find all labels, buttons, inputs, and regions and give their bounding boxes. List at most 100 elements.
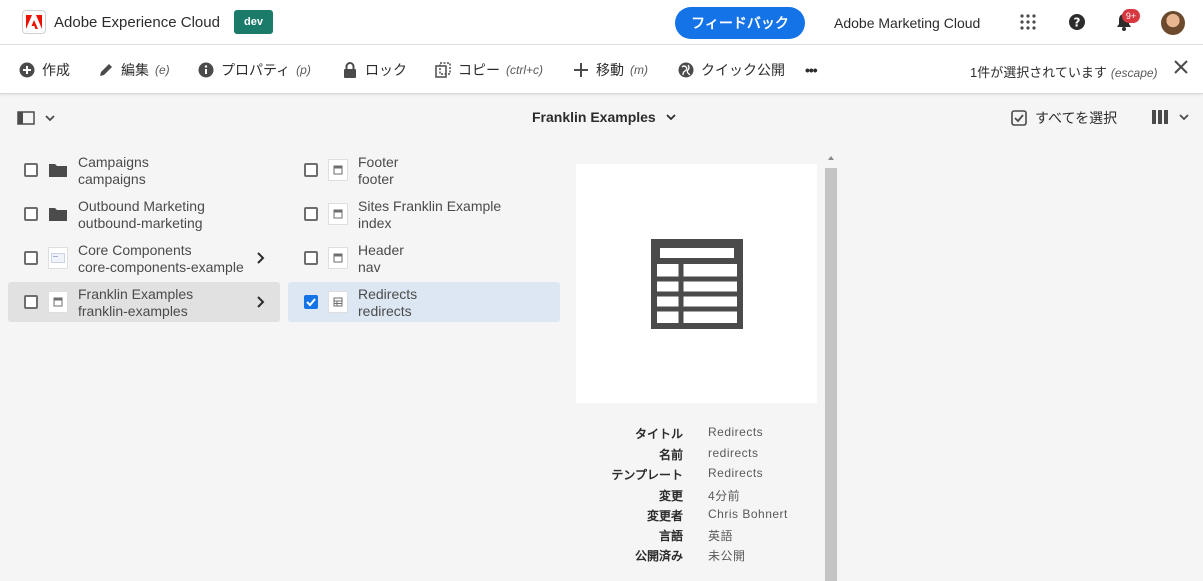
edit-button[interactable]: 編集 (e) xyxy=(97,60,170,80)
column-item-campaigns[interactable]: Campaigns campaigns xyxy=(8,150,280,190)
chevron-right-icon[interactable] xyxy=(256,295,266,309)
adobe-logo-icon[interactable] xyxy=(22,10,46,34)
item-checkbox[interactable] xyxy=(24,251,38,265)
meta-label: 変更 xyxy=(658,489,683,503)
meta-label: 変更者 xyxy=(646,509,683,523)
breadcrumb[interactable]: Franklin Examples xyxy=(532,109,676,125)
column-item-outbound-marketing[interactable]: Outbound Marketing outbound-marketing xyxy=(8,194,280,234)
column-view-icon xyxy=(1152,110,1168,124)
app-grid-icon[interactable] xyxy=(1018,12,1038,32)
select-all-button[interactable]: すべてを選択 xyxy=(1011,108,1117,128)
move-button[interactable]: 移動 (m) xyxy=(572,60,648,80)
copy-icon xyxy=(434,61,452,79)
meta-value: 4分前 xyxy=(708,489,741,503)
meta-value: 未公開 xyxy=(708,549,746,563)
meta-label: テンプレート xyxy=(611,468,683,482)
item-checkbox[interactable] xyxy=(304,295,318,309)
item-title: Footer xyxy=(358,154,399,170)
lock-label: ロック xyxy=(365,62,407,78)
close-icon[interactable] xyxy=(1174,60,1190,76)
item-name: campaigns xyxy=(78,171,146,187)
item-checkbox[interactable] xyxy=(304,251,318,265)
info-icon xyxy=(197,61,215,79)
rail-icon xyxy=(17,111,35,125)
chevron-right-icon[interactable] xyxy=(256,251,266,265)
column-item-core-components[interactable]: Core Components core-components-example xyxy=(8,238,280,278)
more-actions-button[interactable]: ••• xyxy=(805,60,818,80)
move-label: 移動 xyxy=(596,62,624,78)
quick-publish-label: クイック公開 xyxy=(701,62,785,78)
item-checkbox[interactable] xyxy=(24,295,38,309)
item-name: footer xyxy=(358,171,394,187)
meta-value: redirects xyxy=(708,446,759,460)
column-item-redirects[interactable]: Redirects redirects xyxy=(288,282,560,322)
rail-toggle[interactable] xyxy=(17,109,59,127)
checkbox-icon xyxy=(1011,110,1027,126)
meta-label: タイトル xyxy=(634,427,683,441)
item-name: index xyxy=(358,215,392,231)
page-thumbnail-icon xyxy=(328,203,348,225)
preview-thumbnail xyxy=(576,164,817,403)
lock-button[interactable]: ロック xyxy=(341,60,407,80)
item-name: franklin-examples xyxy=(78,303,188,319)
properties-button[interactable]: プロパティ (p) xyxy=(197,60,311,80)
item-title: Franklin Examples xyxy=(78,286,194,302)
column-item-franklin-examples[interactable]: Franklin Examples franklin-examples xyxy=(8,282,280,322)
item-checkbox[interactable] xyxy=(24,207,38,221)
move-shortcut: (m) xyxy=(630,63,648,77)
scroll-up-arrow-icon[interactable] xyxy=(827,154,835,162)
scrollbar-thumb[interactable] xyxy=(825,168,837,581)
select-all-label: すべてを選択 xyxy=(1035,110,1118,126)
page-thumbnail-icon xyxy=(328,247,348,269)
item-checkbox[interactable] xyxy=(304,207,318,221)
meta-row-template: テンプレート Redirects xyxy=(576,466,817,484)
table-thumbnail-icon xyxy=(328,291,348,313)
app-title[interactable]: Adobe Experience Cloud xyxy=(54,14,220,31)
item-title: Sites Franklin Example xyxy=(358,198,502,214)
shell-header: Adobe Experience Cloud dev フィードバック Adobe… xyxy=(0,0,1203,45)
quick-publish-button[interactable]: クイック公開 xyxy=(677,60,785,80)
item-name: outbound-marketing xyxy=(78,215,203,231)
item-checkbox[interactable] xyxy=(24,163,38,177)
selection-status: 1件が選択されています (escape) xyxy=(970,62,1158,81)
svg-text:?: ? xyxy=(1074,16,1081,30)
properties-label: プロパティ xyxy=(221,62,291,78)
chevron-down-icon xyxy=(1179,114,1189,121)
site-thumbnail-icon xyxy=(48,247,68,269)
item-title: Redirects xyxy=(358,286,418,302)
meta-label: 言語 xyxy=(658,529,683,543)
globe-icon xyxy=(677,61,695,79)
breadcrumb-title: Franklin Examples xyxy=(532,109,656,125)
selection-escape-hint: (escape) xyxy=(1110,66,1158,80)
copy-button[interactable]: コピー (ctrl+c) xyxy=(434,60,543,80)
meta-row-name: 名前 redirects xyxy=(576,446,817,464)
item-title: Outbound Marketing xyxy=(78,198,205,214)
create-button[interactable]: 作成 xyxy=(18,60,70,80)
help-icon[interactable]: ? xyxy=(1067,12,1087,32)
item-checkbox[interactable] xyxy=(304,163,318,177)
folder-icon xyxy=(48,203,68,225)
meta-row-published: 公開済み 未公開 xyxy=(576,547,817,565)
chevron-down-icon xyxy=(45,115,55,122)
meta-value: Chris Bohnert xyxy=(708,507,788,521)
meta-row-modified: 変更 4分前 xyxy=(576,487,817,505)
column-item-sites-franklin-example[interactable]: Sites Franklin Example index xyxy=(288,194,560,234)
item-title: Core Components xyxy=(78,242,192,258)
env-badge: dev xyxy=(234,10,273,34)
column-item-footer[interactable]: Footer footer xyxy=(288,150,560,190)
meta-label: 公開済み xyxy=(634,549,683,563)
copy-label: コピー xyxy=(458,62,500,78)
column-item-header[interactable]: Header nav xyxy=(288,238,560,278)
feedback-button[interactable]: フィードバック xyxy=(675,7,805,39)
folder-icon xyxy=(48,159,68,181)
page-thumbnail-icon xyxy=(48,291,68,313)
content-subheader: Franklin Examples すべてを選択 xyxy=(0,95,1203,139)
meta-value: 英語 xyxy=(708,529,734,543)
notification-badge: 9+ xyxy=(1122,9,1140,23)
table-icon xyxy=(650,238,743,329)
org-switcher[interactable]: Adobe Marketing Cloud xyxy=(834,15,980,31)
plus-circle-icon xyxy=(18,61,36,79)
avatar[interactable] xyxy=(1161,11,1185,35)
chevron-down-icon xyxy=(666,114,676,121)
view-switcher[interactable] xyxy=(1151,107,1195,127)
